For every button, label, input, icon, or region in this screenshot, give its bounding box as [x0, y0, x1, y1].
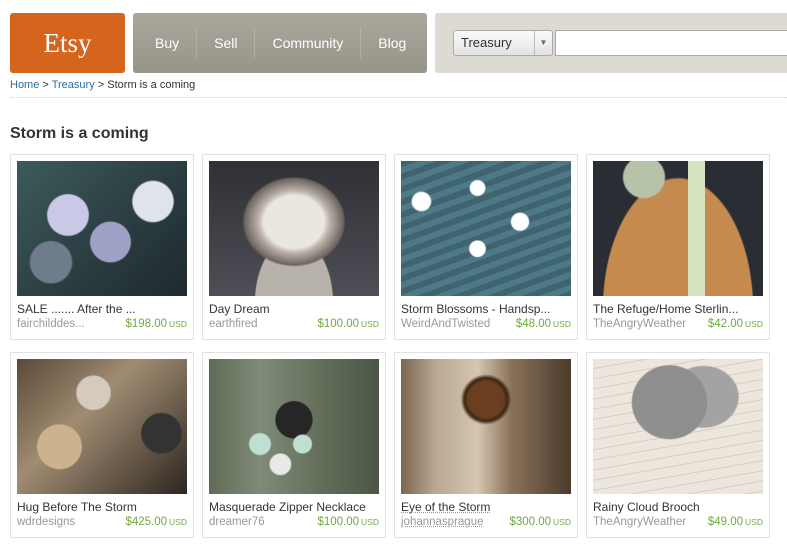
item-price: $42.00 USD — [707, 318, 763, 330]
search-bar: Treasury ▼ — [435, 13, 787, 73]
item-card[interactable]: Eye of the Storm johannasprague $300.00 U… — [394, 352, 578, 538]
item-image[interactable] — [209, 359, 379, 494]
item-title[interactable]: Rainy Cloud Brooch — [593, 500, 763, 515]
item-image[interactable] — [401, 161, 571, 296]
item-shop[interactable]: dreamer76 — [209, 516, 265, 528]
item-card[interactable]: Storm Blossoms - Handsp... WeirdAndTwist… — [394, 154, 578, 340]
treasury-grid: SALE ....... After the ... fairchilddes.… — [10, 154, 780, 538]
item-card[interactable]: Day Dream earthfired $100.00 USD — [202, 154, 386, 340]
item-shop[interactable]: johannasprague — [401, 516, 484, 528]
item-shop[interactable]: WeirdAndTwisted — [401, 318, 490, 330]
item-title[interactable]: Storm Blossoms - Handsp... — [401, 302, 571, 317]
nav-buy[interactable]: Buy — [133, 28, 196, 58]
item-card[interactable]: Masquerade Zipper Necklace dreamer76 $10… — [202, 352, 386, 538]
item-title[interactable]: SALE ....... After the ... — [17, 302, 187, 317]
item-title[interactable]: The Refuge/Home Sterlin... — [593, 302, 763, 317]
item-title[interactable]: Hug Before The Storm — [17, 500, 187, 515]
item-image[interactable] — [209, 161, 379, 296]
item-price: $425.00 USD — [125, 516, 187, 528]
search-category-label: Treasury — [461, 35, 512, 50]
item-image[interactable] — [401, 359, 571, 494]
item-card[interactable]: SALE ....... After the ... fairchilddes.… — [10, 154, 194, 340]
item-shop[interactable]: TheAngryWeather — [593, 318, 686, 330]
item-title[interactable]: Masquerade Zipper Necklace — [209, 500, 379, 515]
etsy-logo[interactable]: Etsy — [10, 13, 125, 73]
item-price: $100.00 USD — [317, 516, 379, 528]
item-price: $48.00 USD — [515, 318, 571, 330]
breadcrumb: Home > Treasury > Storm is a coming — [10, 79, 787, 98]
breadcrumb-current: Storm is a coming — [107, 79, 196, 91]
page-title: Storm is a coming — [10, 125, 149, 142]
item-card[interactable]: Hug Before The Storm wdrdesigns $425.00 U… — [10, 352, 194, 538]
breadcrumb-separator: > — [97, 79, 105, 91]
item-price: $49.00 USD — [707, 516, 763, 528]
item-shop[interactable]: earthfired — [209, 318, 258, 330]
item-image[interactable] — [17, 359, 187, 494]
item-image[interactable] — [593, 359, 763, 494]
item-card[interactable]: Rainy Cloud Brooch TheAngryWeather $49.0… — [586, 352, 770, 538]
item-price: $300.00 USD — [509, 516, 571, 528]
nav-sell[interactable]: Sell — [196, 28, 254, 58]
chevron-down-icon[interactable]: ▼ — [534, 31, 552, 55]
item-shop[interactable]: TheAngryWeather — [593, 516, 686, 528]
item-image[interactable] — [593, 161, 763, 296]
breadcrumb-separator: > — [42, 79, 49, 91]
breadcrumb-home[interactable]: Home — [10, 79, 39, 91]
item-title[interactable]: Day Dream — [209, 302, 379, 317]
nav-blog[interactable]: Blog — [360, 28, 423, 58]
main-nav: Buy Sell Community Blog — [133, 13, 427, 73]
breadcrumb-treasury[interactable]: Treasury — [52, 79, 95, 91]
item-price: $100.00 USD — [317, 318, 379, 330]
item-shop[interactable]: fairchilddes... — [17, 318, 85, 330]
item-price: $198.00 USD — [125, 318, 187, 330]
nav-community[interactable]: Community — [254, 28, 360, 58]
item-card[interactable]: The Refuge/Home Sterlin... TheAngryWeath… — [586, 154, 770, 340]
search-category-select[interactable]: Treasury ▼ — [453, 30, 553, 56]
search-input[interactable] — [555, 30, 787, 56]
item-title[interactable]: Eye of the Storm — [401, 500, 571, 515]
item-shop[interactable]: wdrdesigns — [17, 516, 75, 528]
item-image[interactable] — [17, 161, 187, 296]
